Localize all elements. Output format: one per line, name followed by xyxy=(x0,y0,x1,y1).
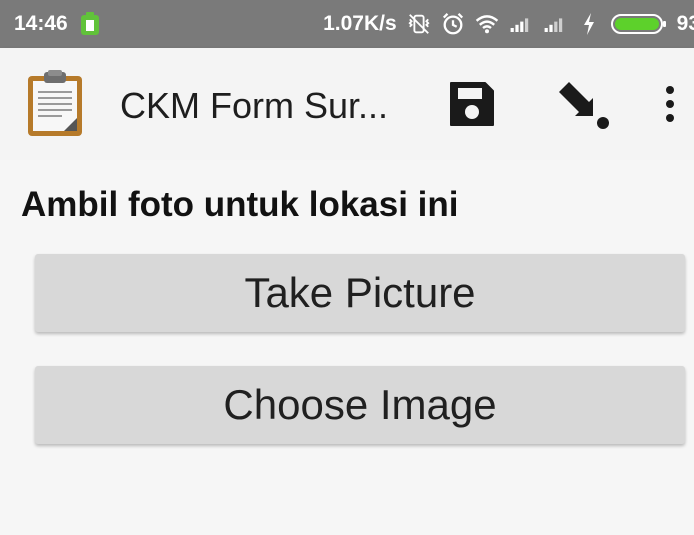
battery-icon xyxy=(610,12,667,36)
status-time: 14:46 xyxy=(14,12,68,35)
choose-image-button[interactable]: Choose Image xyxy=(35,366,685,444)
app-bar: CKM Form Sur... xyxy=(0,48,694,160)
signal-icon-2 xyxy=(543,12,567,36)
save-icon[interactable] xyxy=(442,74,502,134)
question-label: Ambil foto untuk lokasi ini xyxy=(21,185,459,224)
app-title: CKM Form Sur... xyxy=(120,85,389,126)
charging-icon xyxy=(577,12,601,36)
clipboard-icon xyxy=(26,70,84,138)
network-speed: 1.07K/s xyxy=(323,12,397,35)
status-bar: 14:46 1.07K/s 9 xyxy=(0,0,694,48)
battery-saver-icon xyxy=(78,12,102,36)
form-content: Ambil foto untuk lokasi ini Take Picture… xyxy=(0,160,694,535)
jump-icon[interactable] xyxy=(553,74,613,134)
wifi-icon xyxy=(475,12,499,36)
status-indicators: 1.07K/s 9 xyxy=(323,0,694,48)
alarm-icon xyxy=(441,12,465,36)
signal-icon xyxy=(509,12,533,36)
vibrate-off-icon xyxy=(407,12,431,36)
take-picture-button[interactable]: Take Picture xyxy=(35,254,685,332)
battery-percent: 93 xyxy=(676,12,694,35)
overflow-menu-icon[interactable] xyxy=(646,74,694,134)
